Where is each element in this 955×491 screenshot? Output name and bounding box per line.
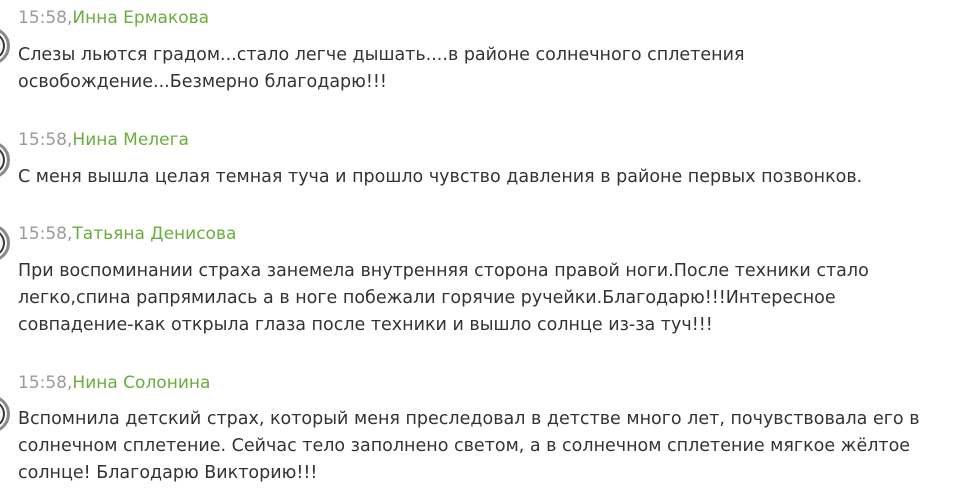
comment-time: 15:58, [18, 373, 73, 393]
comment-text: Слезы льются градом...стало легче дышать… [18, 45, 745, 92]
comment-time: 15:58, [18, 130, 73, 150]
comment-meta: 15:58,Нина Мелега [18, 128, 189, 152]
comment-text: При воспоминании страха занемела внутрен… [18, 261, 869, 335]
comment-time: 15:58, [18, 224, 73, 244]
comment-text: Вспомнила детский страх, который меня пр… [18, 409, 920, 483]
comment-author-link[interactable]: Нина Солонина [72, 373, 210, 393]
comment-author-link[interactable]: Инна Ермакова [72, 8, 209, 28]
comment-time: 15:58, [18, 8, 73, 28]
comment-author-link[interactable]: Нина Мелега [72, 130, 189, 150]
user-avatar[interactable] [0, 395, 10, 433]
comment-meta: 15:58,Инна Ермакова [18, 6, 209, 30]
user-avatar[interactable] [0, 27, 10, 65]
comment-meta: 15:58,Нина Солонина [18, 371, 210, 395]
user-avatar[interactable] [0, 141, 10, 179]
user-avatar[interactable] [0, 224, 10, 262]
comment-meta: 15:58,Татьяна Денисова [18, 222, 236, 246]
comment-text: С меня вышла целая темная туча и прошло … [18, 167, 863, 187]
comment-author-link[interactable]: Татьяна Денисова [72, 224, 236, 244]
